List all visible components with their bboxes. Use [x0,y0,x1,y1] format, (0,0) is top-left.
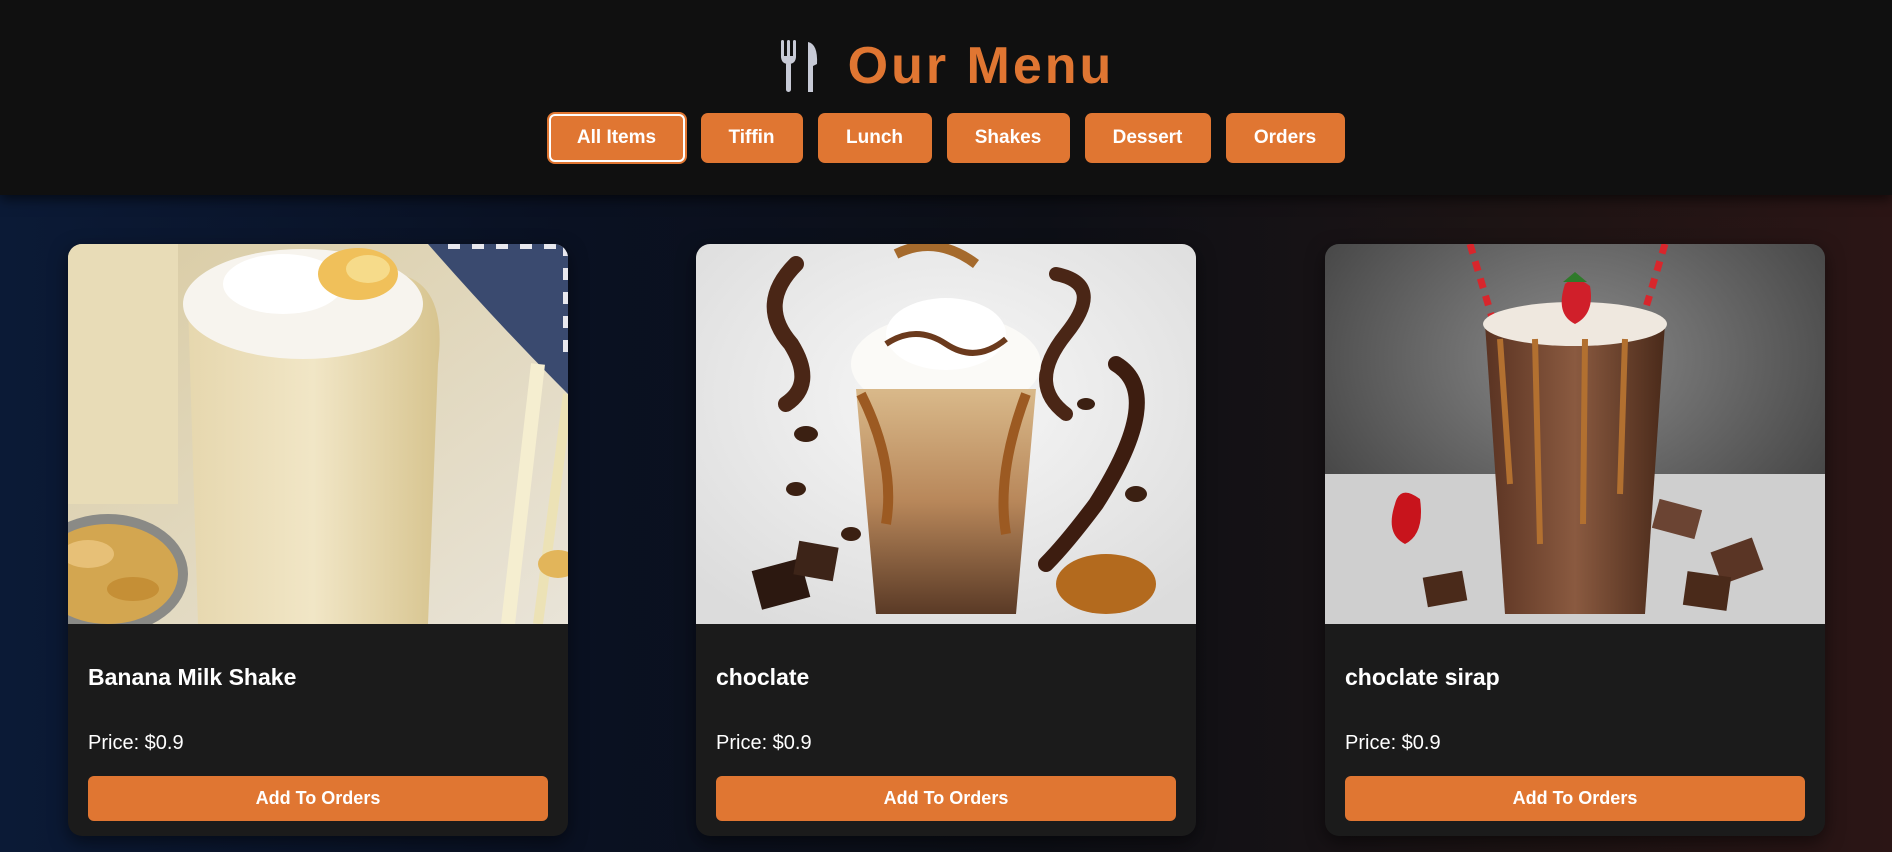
add-to-orders-button[interactable]: Add To Orders [1345,776,1805,821]
filter-all-items-button[interactable]: All Items [547,113,686,163]
banana-milkshake-photo [68,244,568,624]
item-price: Price: $0.9 [88,732,184,754]
add-to-orders-button[interactable]: Add To Orders [88,776,548,821]
filter-lunch-button[interactable]: Lunch [817,113,932,163]
menu-header: Our Menu All Items Tiffin Lunch Shakes D… [0,0,1892,195]
chocolate-syrup-shake-image [1325,244,1825,624]
fork-knife-icon [780,40,817,92]
filter-dessert-button[interactable]: Dessert [1084,113,1211,163]
filter-shakes-button[interactable]: Shakes [946,113,1070,163]
category-filters: All Items Tiffin Lunch Shakes Dessert Or… [0,113,1892,163]
item-name: choclate [716,664,810,690]
item-price: Price: $0.9 [716,732,812,754]
menu-card: choclate sirap Price: $0.9 Add To Orders [1325,244,1825,836]
filter-tiffin-button[interactable]: Tiffin [700,113,803,163]
item-name: Banana Milk Shake [88,664,297,690]
item-price: Price: $0.9 [1345,732,1441,754]
title-row: Our Menu [0,36,1892,96]
chocolate-syrup-shake-photo [1325,244,1825,624]
chocolate-drink-image [696,244,1196,624]
chocolate-drink-photo [696,244,1196,624]
page-title: Our Menu [847,37,1115,95]
filter-orders-button[interactable]: Orders [1225,113,1345,163]
menu-card: choclate Price: $0.9 Add To Orders [696,244,1196,836]
banana-milkshake-image [68,244,568,624]
menu-card: Banana Milk Shake Price: $0.9 Add To Ord… [68,244,568,836]
item-name: choclate sirap [1345,664,1500,690]
add-to-orders-button[interactable]: Add To Orders [716,776,1176,821]
